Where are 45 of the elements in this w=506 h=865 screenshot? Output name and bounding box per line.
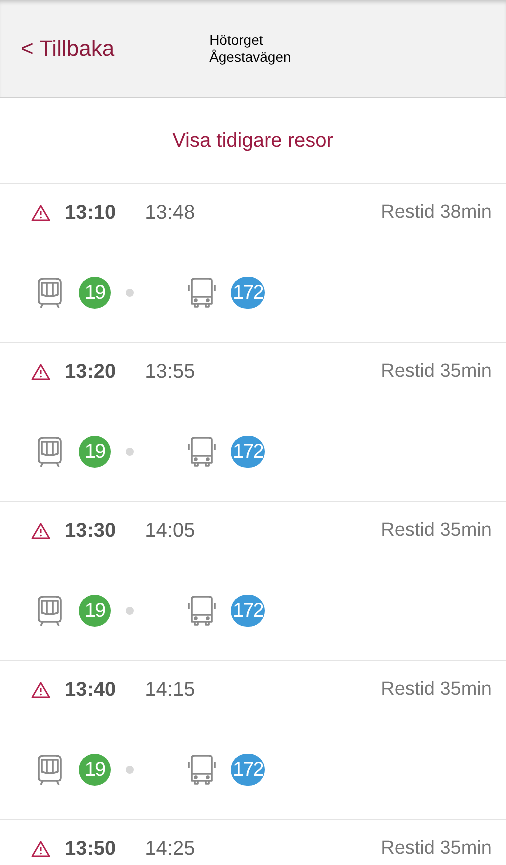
trip-row[interactable]: 13:30 14:05 Restid 35min 19 172 — [0, 502, 506, 661]
duration-text: Restid 35min — [381, 518, 492, 543]
line-number-badge: 19 — [79, 595, 111, 627]
back-button[interactable]: < Tillbaka — [21, 32, 115, 65]
duration-text: Restid 38min — [381, 200, 492, 225]
departure-time: 13:40 — [65, 678, 116, 703]
warning-icon — [31, 840, 51, 858]
arrival-time: 14:05 — [145, 519, 196, 544]
departure-time: 13:10 — [65, 201, 116, 226]
warning-icon — [31, 363, 51, 381]
line-number-badge: 19 — [79, 436, 111, 468]
trip-row[interactable]: 13:50 14:25 Restid 35min — [0, 820, 506, 865]
departure-time: 13:20 — [65, 360, 116, 385]
duration-text: Restid 35min — [381, 360, 492, 384]
trip-row[interactable]: 13:40 14:15 Restid 35min 19 172 — [0, 661, 506, 820]
bus-icon — [187, 436, 217, 468]
train-icon — [35, 595, 65, 627]
trip-row[interactable]: 13:10 13:48 Restid 38min 19 172 — [0, 184, 506, 343]
destination-text: Ågestavägen — [210, 48, 292, 66]
trip-row[interactable]: 13:20 13:55 Restid 35min 19 172 — [0, 343, 506, 502]
departure-time: 13:50 — [65, 837, 116, 862]
arrival-time: 13:48 — [145, 201, 196, 226]
duration-text: Restid 35min — [381, 836, 492, 861]
earlier-trips-link[interactable]: Visa tidigare resor — [172, 126, 334, 156]
line-number-badge: 19 — [79, 754, 111, 786]
arrival-time: 14:15 — [145, 678, 196, 703]
line-number-badge: 172 — [231, 436, 266, 468]
line-number-badge: 19 — [79, 277, 111, 309]
bus-icon — [187, 754, 217, 786]
warning-icon — [31, 522, 51, 540]
bus-icon — [187, 595, 217, 627]
line-number-badge: 172 — [231, 595, 266, 627]
origin-text: Hötorget — [210, 32, 264, 48]
duration-text: Restid 35min — [381, 678, 492, 702]
arrival-time: 14:25 — [145, 837, 196, 862]
warning-icon — [31, 204, 51, 222]
train-icon — [35, 754, 65, 786]
line-number-badge: 172 — [231, 277, 266, 309]
bus-icon — [187, 277, 217, 309]
line-number-badge: 172 — [231, 754, 266, 786]
arrival-time: 13:55 — [145, 360, 196, 385]
departure-time: 13:30 — [65, 519, 116, 544]
train-icon — [35, 436, 65, 468]
warning-icon — [31, 681, 51, 699]
train-icon — [35, 277, 65, 309]
